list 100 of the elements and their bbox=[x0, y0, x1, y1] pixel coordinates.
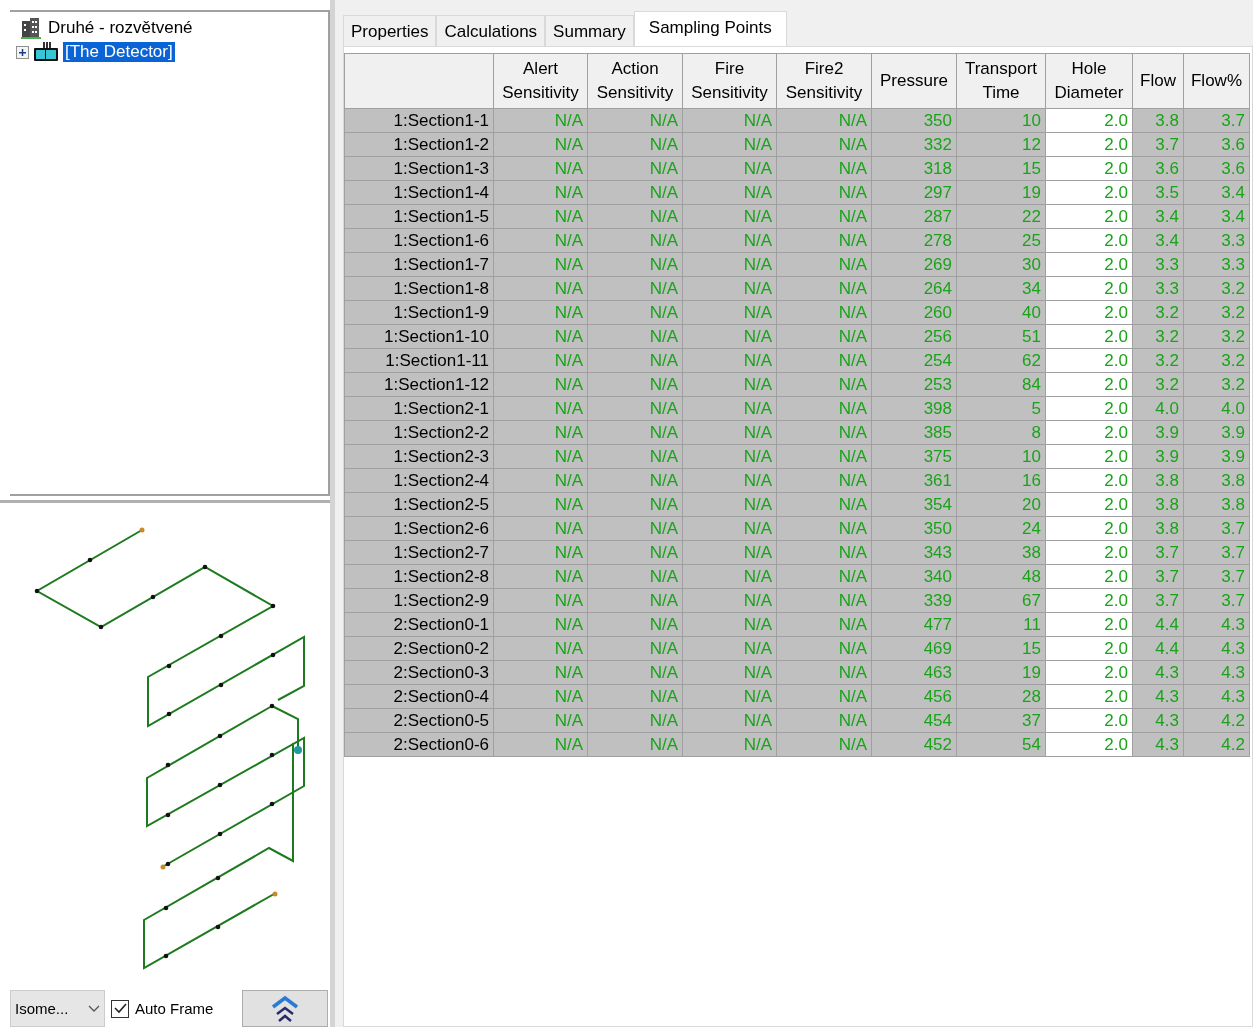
table-cell: N/A bbox=[776, 276, 872, 301]
table-cell: N/A bbox=[587, 564, 683, 589]
table-cell: 16 bbox=[956, 468, 1046, 493]
row-header: 2:Section0-1 bbox=[344, 612, 494, 637]
expand-icon[interactable] bbox=[16, 45, 29, 59]
table-cell: 62 bbox=[956, 348, 1046, 373]
table-cell: N/A bbox=[776, 108, 872, 133]
column-header[interactable]: Pressure bbox=[871, 53, 957, 109]
column-header[interactable]: Flow% bbox=[1183, 53, 1250, 109]
table-cell: N/A bbox=[587, 660, 683, 685]
row-header: 1:Section2-6 bbox=[344, 516, 494, 541]
table-cell: N/A bbox=[493, 348, 588, 373]
table-cell: N/A bbox=[682, 468, 777, 493]
column-header[interactable]: Hole Diameter bbox=[1045, 53, 1133, 109]
tree-item[interactable]: [The Detector] bbox=[63, 42, 175, 62]
row-header: 1:Section2-5 bbox=[344, 492, 494, 517]
row-header: 1:Section2-7 bbox=[344, 540, 494, 565]
table-cell: N/A bbox=[493, 468, 588, 493]
table-cell: N/A bbox=[587, 276, 683, 301]
table-cell: N/A bbox=[776, 636, 872, 661]
table-cell: N/A bbox=[493, 372, 588, 397]
table-cell: N/A bbox=[776, 492, 872, 517]
table-cell: N/A bbox=[682, 396, 777, 421]
table-cell: 48 bbox=[956, 564, 1046, 589]
table-cell: N/A bbox=[587, 396, 683, 421]
column-header[interactable]: Action Sensitivity bbox=[587, 53, 683, 109]
table-cell: N/A bbox=[587, 204, 683, 229]
building-icon bbox=[20, 17, 42, 39]
column-header[interactable]: Transport Time bbox=[956, 53, 1046, 109]
table-cell: N/A bbox=[682, 180, 777, 205]
table-cell: N/A bbox=[682, 204, 777, 229]
table-cell: N/A bbox=[587, 468, 683, 493]
row-header: 1:Section2-8 bbox=[344, 564, 494, 589]
row-header: 1:Section1-7 bbox=[344, 252, 494, 277]
table-cell: N/A bbox=[776, 180, 872, 205]
table-cell: N/A bbox=[682, 348, 777, 373]
row-header: 1:Section1-2 bbox=[344, 132, 494, 157]
table-cell: N/A bbox=[493, 204, 588, 229]
table-cell: N/A bbox=[776, 708, 872, 733]
row-header: 1:Section2-2 bbox=[344, 420, 494, 445]
row-header: 2:Section0-5 bbox=[344, 708, 494, 733]
row-header: 2:Section0-3 bbox=[344, 660, 494, 685]
column-header[interactable]: Flow bbox=[1132, 53, 1184, 109]
tree-item[interactable]: Druhé - rozvětvené bbox=[46, 18, 195, 38]
table-cell: 25 bbox=[956, 228, 1046, 253]
table-cell: N/A bbox=[493, 564, 588, 589]
table-cell: N/A bbox=[587, 372, 683, 397]
auto-frame-checkbox[interactable] bbox=[111, 999, 129, 1018]
table-cell: 22 bbox=[956, 204, 1046, 229]
table-cell: 84 bbox=[956, 372, 1046, 397]
tab[interactable]: Summary bbox=[545, 15, 634, 46]
table-cell: N/A bbox=[682, 108, 777, 133]
row-header: 2:Section0-2 bbox=[344, 636, 494, 661]
collapse-button[interactable] bbox=[242, 990, 328, 1027]
table-cell: N/A bbox=[682, 156, 777, 181]
table-cell: N/A bbox=[682, 252, 777, 277]
row-header: 1:Section1-4 bbox=[344, 180, 494, 205]
table-cell: N/A bbox=[682, 588, 777, 613]
table-cell: 30 bbox=[956, 252, 1046, 277]
table-cell: N/A bbox=[587, 180, 683, 205]
table-cell: N/A bbox=[493, 660, 588, 685]
table-cell: 54 bbox=[956, 732, 1046, 757]
table-cell: N/A bbox=[776, 204, 872, 229]
table-cell: N/A bbox=[493, 636, 588, 661]
table-cell: N/A bbox=[493, 708, 588, 733]
view-dropdown[interactable]: Isome... bbox=[10, 990, 105, 1027]
table-cell: N/A bbox=[776, 132, 872, 157]
table-cell: N/A bbox=[776, 396, 872, 421]
table-cell: N/A bbox=[682, 420, 777, 445]
table-cell: N/A bbox=[682, 300, 777, 325]
table-cell: N/A bbox=[587, 108, 683, 133]
table-cell: N/A bbox=[587, 636, 683, 661]
table-cell: N/A bbox=[682, 276, 777, 301]
column-header[interactable]: Alert Sensitivity bbox=[493, 53, 588, 109]
column-header[interactable]: Fire2 Sensitivity bbox=[776, 53, 872, 109]
table-cell: N/A bbox=[493, 108, 588, 133]
row-header: 1:Section1-1 bbox=[344, 108, 494, 133]
detector-icon bbox=[33, 42, 59, 62]
table-cell: N/A bbox=[587, 732, 683, 757]
table-cell: N/A bbox=[587, 684, 683, 709]
tab[interactable]: Calculations bbox=[436, 15, 546, 46]
table-cell: N/A bbox=[682, 444, 777, 469]
table-cell: N/A bbox=[493, 420, 588, 445]
table-cell: N/A bbox=[776, 156, 872, 181]
table-cell: N/A bbox=[493, 444, 588, 469]
table-cell: N/A bbox=[776, 228, 872, 253]
table-cell: N/A bbox=[682, 492, 777, 517]
row-header: 1:Section2-9 bbox=[344, 588, 494, 613]
table-cell: N/A bbox=[776, 444, 872, 469]
table-cell: 11 bbox=[956, 612, 1046, 637]
column-header[interactable]: Fire Sensitivity bbox=[682, 53, 777, 109]
table-cell: N/A bbox=[682, 636, 777, 661]
table-cell: 20 bbox=[956, 492, 1046, 517]
row-header: 1:Section1-12 bbox=[344, 372, 494, 397]
table-cell: N/A bbox=[682, 708, 777, 733]
checkbox-label: Auto Frame bbox=[135, 1000, 214, 1017]
row-header: 1:Section1-11 bbox=[344, 348, 494, 373]
tab[interactable]: Properties bbox=[343, 15, 437, 46]
tab[interactable]: Sampling Points bbox=[633, 11, 787, 46]
table-cell: N/A bbox=[493, 252, 588, 277]
